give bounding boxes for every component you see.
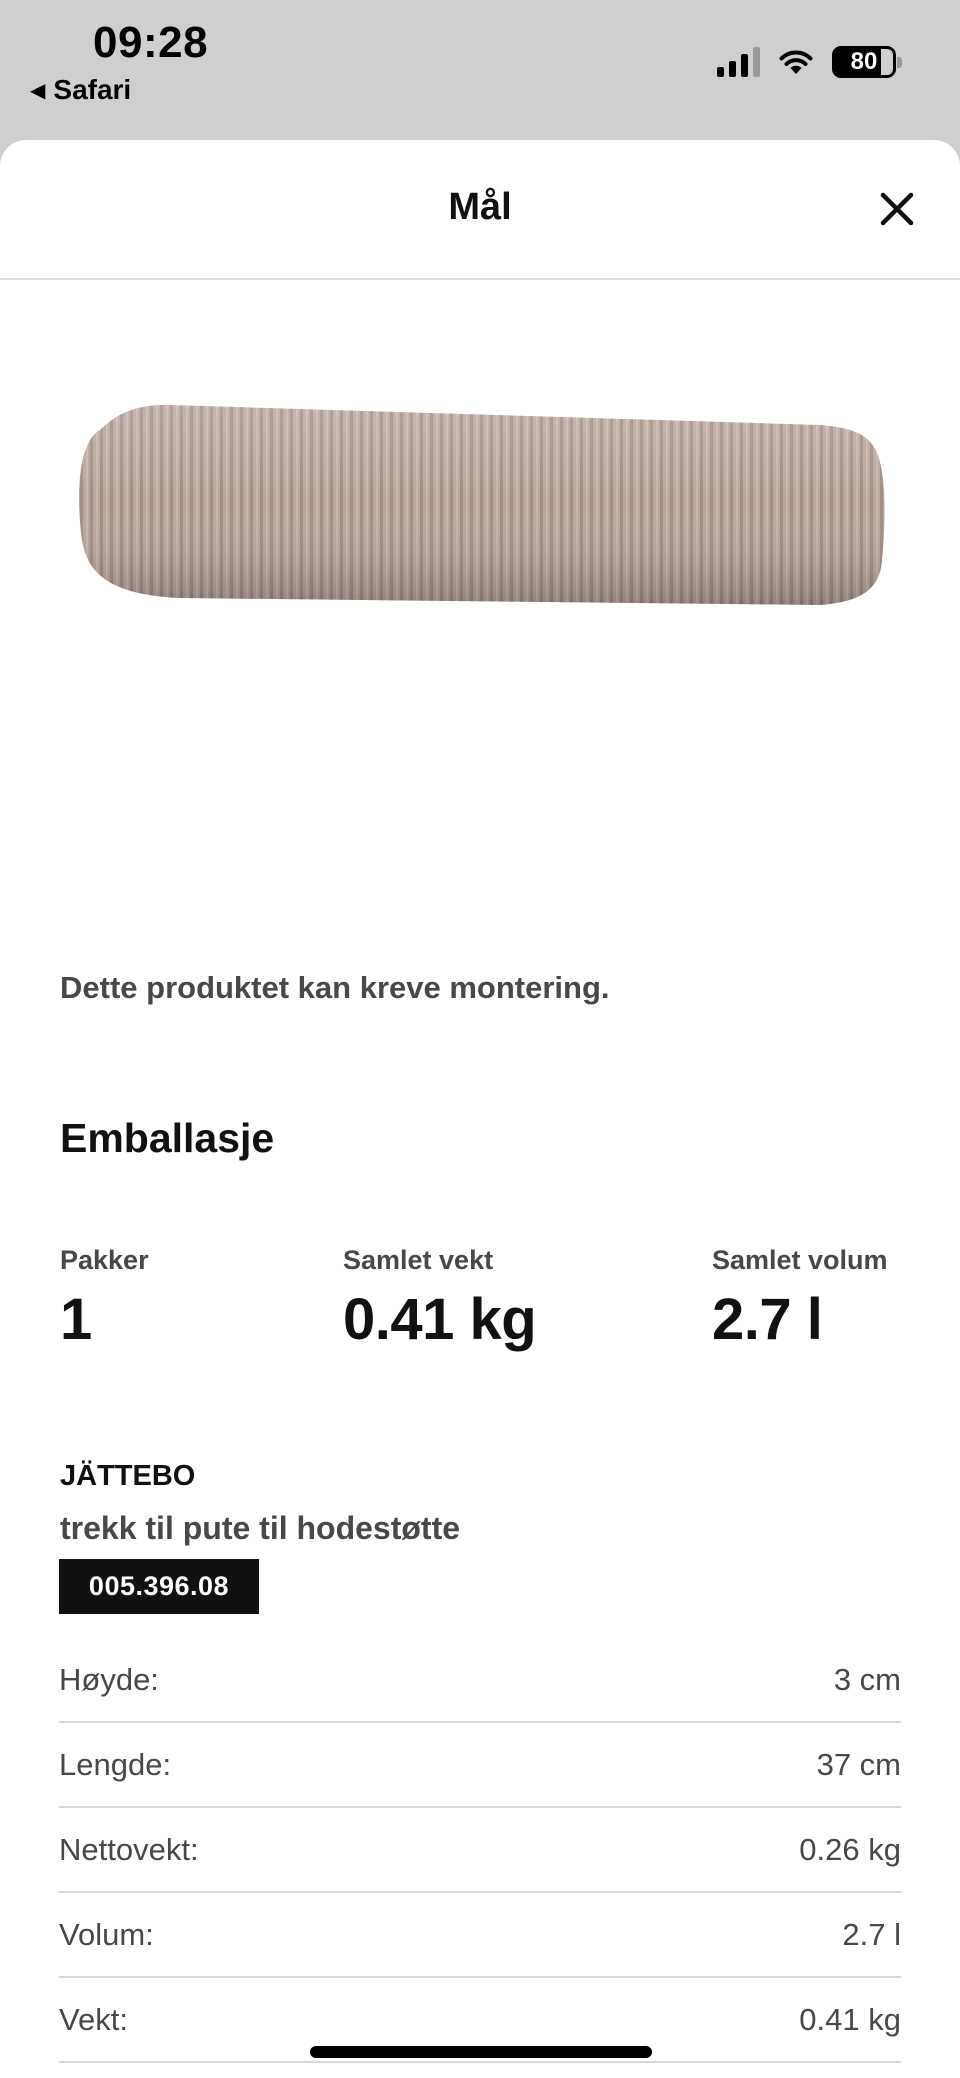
spec-label: Nettovekt: [59, 1831, 199, 1867]
battery-icon: 80 [832, 46, 902, 78]
spec-value: 3 cm [833, 1661, 901, 1697]
close-icon[interactable] [874, 186, 920, 232]
stat-packages: Pakker 1 [60, 1245, 149, 1353]
spec-row-length: Lengde: 37 cm [59, 1723, 901, 1808]
back-app-label: Safari [53, 74, 132, 105]
spec-value: 37 cm [816, 1746, 901, 1782]
stat-value: 0.41 kg [343, 1287, 537, 1352]
wifi-icon [779, 50, 813, 74]
stat-value: 2.7 l [712, 1287, 823, 1352]
spec-row-volume: Volum: 2.7 l [59, 1893, 901, 1978]
cellular-signal-icon [717, 47, 760, 77]
spec-row-net-weight: Nettovekt: 0.26 kg [59, 1808, 901, 1893]
spec-label: Vekt: [59, 2001, 128, 2037]
stat-label: Pakker [60, 1245, 149, 1275]
stat-total-weight: Samlet vekt 0.41 kg [343, 1245, 537, 1353]
stat-value: 1 [60, 1287, 92, 1352]
status-bar: 09:28 ◀ Safari 80 [0, 0, 960, 140]
spec-table: Høyde: 3 cm Lengde: 37 cm Nettovekt: 0.2… [59, 1638, 901, 2063]
packaging-heading: Emballasje [60, 1115, 275, 1161]
back-to-safari-button[interactable]: ◀ Safari [30, 74, 131, 106]
article-number-badge: 005.396.08 [59, 1559, 259, 1614]
assembly-note: Dette produktet kan kreve montering. [60, 970, 610, 1005]
spec-row-height: Høyde: 3 cm [59, 1638, 901, 1723]
product-image [79, 404, 885, 605]
product-description: trekk til pute til hodestøtte [60, 1510, 461, 1546]
stat-label: Samlet volum [712, 1245, 888, 1275]
spec-value: 0.26 kg [799, 1831, 901, 1867]
battery-level: 80 [850, 48, 878, 75]
stat-label: Samlet vekt [343, 1245, 494, 1275]
home-indicator[interactable] [310, 2046, 652, 2058]
status-time: 09:28 [93, 18, 209, 67]
status-indicators: 80 [717, 46, 902, 78]
spec-value: 2.7 l [842, 1916, 901, 1952]
product-name: JÄTTEBO [60, 1460, 196, 1492]
spec-value: 0.41 kg [799, 2001, 901, 2037]
dimensions-sheet: Mål Dette produktet kan kreve montering.… [0, 140, 960, 2078]
stat-total-volume: Samlet volum 2.7 l [712, 1245, 888, 1353]
sheet-header: Mål [0, 140, 960, 280]
sheet-title: Mål [448, 186, 512, 228]
back-triangle-icon: ◀ [30, 79, 46, 102]
spec-label: Lengde: [59, 1746, 172, 1782]
spec-label: Volum: [59, 1916, 154, 1952]
spec-label: Høyde: [59, 1661, 159, 1697]
